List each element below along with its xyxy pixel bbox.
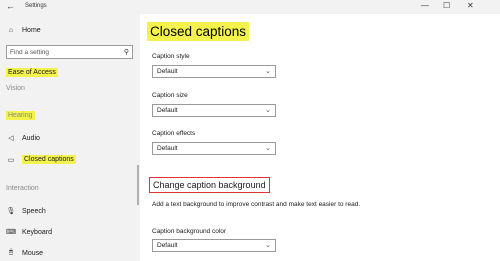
mouse-icon: 🖱 <box>8 249 14 256</box>
dropdown-value: Default <box>157 242 178 249</box>
section-hearing-label: Hearing <box>6 111 35 120</box>
sidebar-item-label: Keyboard <box>22 228 52 236</box>
search-placeholder: Find a setting <box>10 49 50 56</box>
chevron-down-icon: ⌄ <box>265 107 271 114</box>
sidebar-item-home[interactable]: ⌂ Home <box>6 27 41 34</box>
minimize-icon[interactable]: — <box>421 1 429 11</box>
sidebar-item-mouse[interactable]: 🖱 Mouse <box>6 249 43 257</box>
dropdown-value: Default <box>157 68 178 75</box>
microphone-icon: 🎙 <box>6 208 16 215</box>
sidebar-item-keyboard[interactable]: ⌨ Keyboard <box>6 228 52 237</box>
caption-background-color-label: Caption background color <box>152 228 227 235</box>
section-hearing: Hearing <box>6 111 35 120</box>
sidebar-item-label: Closed captions <box>22 155 76 164</box>
chevron-down-icon: ⌄ <box>265 145 271 152</box>
caption-size-dropdown[interactable]: Default ⌄ <box>152 104 276 117</box>
sidebar-item-label: Mouse <box>22 249 44 257</box>
chevron-down-icon: ⌄ <box>265 68 271 75</box>
maximize-icon[interactable]: ☐ <box>443 1 450 11</box>
caption-style-label: Caption style <box>152 53 190 60</box>
section-interaction: Interaction <box>6 185 39 192</box>
section-vision: Vision <box>6 85 25 92</box>
page-title: Closed captions <box>147 22 250 41</box>
keyboard-icon: ⌨ <box>6 229 17 236</box>
caption-effects-label: Caption effects <box>152 130 196 137</box>
dropdown-value: Default <box>157 145 178 152</box>
window-title: Settings <box>25 3 47 9</box>
caption-background-description: Add a text background to improve contras… <box>152 201 361 208</box>
sidebar-item-label: Home <box>22 27 41 34</box>
title-bar: ← Settings — ☐ ✕ <box>0 0 500 14</box>
captions-icon: ▭ <box>7 156 15 164</box>
sidebar-scrollbar[interactable] <box>137 165 139 205</box>
search-input[interactable]: Find a setting ⚲ <box>6 45 133 59</box>
category-heading: Ease of Access <box>6 68 58 77</box>
dropdown-value: Default <box>157 107 178 114</box>
sidebar-item-closed-captions[interactable]: ▭ Closed captions <box>6 155 76 164</box>
sidebar-item-label: Speech <box>22 207 46 215</box>
caption-effects-dropdown[interactable]: Default ⌄ <box>152 142 276 155</box>
sidebar-item-label: Audio <box>22 134 40 142</box>
sidebar-item-audio[interactable]: ◁ Audio <box>6 134 40 143</box>
sidebar-item-speech[interactable]: 🎙 Speech <box>6 207 46 216</box>
search-icon[interactable]: ⚲ <box>124 48 129 56</box>
category-label: Ease of Access <box>6 68 58 77</box>
close-icon[interactable]: ✕ <box>467 1 474 11</box>
sidebar: ⌂ Home Find a setting ⚲ Ease of Access V… <box>0 14 140 261</box>
caption-size-label: Caption size <box>152 92 188 99</box>
back-arrow-icon[interactable]: ← <box>6 1 15 11</box>
caption-background-color-dropdown[interactable]: Default ⌄ <box>152 239 276 252</box>
caption-style-dropdown[interactable]: Default ⌄ <box>152 65 276 78</box>
caption-background-heading: Change caption background <box>149 177 270 193</box>
chevron-down-icon: ⌄ <box>265 242 271 249</box>
home-icon: ⌂ <box>8 27 14 34</box>
speaker-icon: ◁ <box>8 135 14 142</box>
